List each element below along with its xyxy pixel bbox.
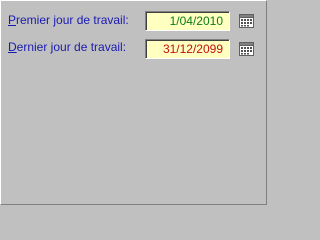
start-date-label-text: remier jour de travail: xyxy=(16,13,129,27)
end-date-label: Dernier jour de travail: xyxy=(8,40,126,54)
end-date-label-accelerator: D xyxy=(8,40,17,54)
end-date-label-text: ernier jour de travail: xyxy=(16,40,127,54)
calendar-icon xyxy=(239,42,254,56)
start-date-calendar-button[interactable] xyxy=(239,14,254,28)
date-range-panel: Premier jour de travail: 1/04/2010 Derni… xyxy=(0,0,267,205)
start-date-label: Premier jour de travail: xyxy=(8,13,129,27)
end-date-calendar-button[interactable] xyxy=(239,42,254,56)
calendar-icon xyxy=(239,14,254,28)
start-date-label-accelerator: P xyxy=(8,13,17,27)
end-date-field[interactable]: 31/12/2099 xyxy=(145,39,230,59)
start-date-field[interactable]: 1/04/2010 xyxy=(145,11,230,31)
